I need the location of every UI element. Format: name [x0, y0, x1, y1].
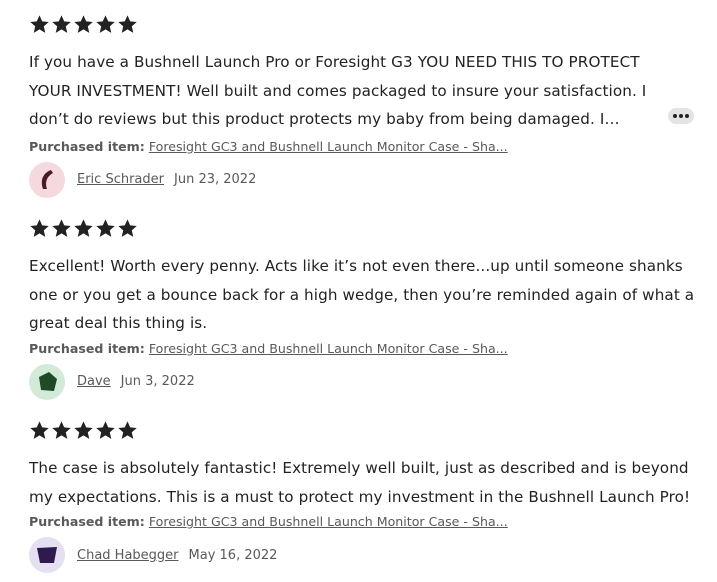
star-rating — [29, 13, 709, 35]
purchased-item-row: Purchased item: Foresight GC3 and Bushne… — [29, 512, 709, 532]
review-card: The case is absolutely fantastic! Extrem… — [29, 419, 709, 573]
star-icon — [73, 14, 94, 35]
review-text: If you have a Bushnell Launch Pro or For… — [29, 53, 647, 128]
review-text: The case is absolutely fantastic! Extrem… — [29, 459, 691, 506]
green-pentagon-avatar-icon — [39, 371, 57, 391]
expand-review-button[interactable] — [668, 108, 694, 124]
pink-crescent-avatar-icon — [41, 169, 53, 189]
star-icon — [29, 420, 50, 441]
reviewer-name-link[interactable]: Eric Schrader — [77, 172, 164, 187]
purchased-item-label: Purchased item: — [29, 340, 145, 356]
ellipsis-icon — [685, 114, 689, 118]
purchased-item-row: Purchased item: Foresight GC3 and Bushne… — [29, 339, 709, 359]
star-icon — [29, 14, 50, 35]
purchased-item-row: Purchased item: Foresight GC3 and Bushne… — [29, 137, 709, 157]
review-date: Jun 3, 2022 — [120, 374, 195, 389]
star-icon — [51, 218, 72, 239]
purchased-item-link[interactable]: Foresight GC3 and Bushnell Launch Monito… — [149, 341, 508, 356]
star-icon — [51, 420, 72, 441]
ellipsis-icon — [673, 114, 677, 118]
review-card: If you have a Bushnell Launch Pro or For… — [29, 13, 709, 198]
purchased-item-link[interactable]: Foresight GC3 and Bushnell Launch Monito… — [149, 514, 508, 529]
review-text: Excellent! Worth every penny. Acts like … — [29, 257, 695, 332]
reviewer-row: Chad Habegger May 16, 2022 — [29, 537, 709, 573]
star-icon — [117, 420, 138, 441]
star-rating — [29, 217, 709, 239]
star-icon — [51, 14, 72, 35]
star-icon — [95, 14, 116, 35]
star-icon — [95, 218, 116, 239]
review-date: Jun 23, 2022 — [174, 172, 257, 187]
purple-cup-avatar-icon — [37, 547, 57, 563]
avatar[interactable] — [29, 537, 65, 573]
reviewer-name-link[interactable]: Chad Habegger — [77, 548, 179, 563]
review-date: May 16, 2022 — [188, 547, 278, 563]
reviewer-row: Dave Jun 3, 2022 — [29, 363, 709, 400]
star-icon — [73, 218, 94, 239]
avatar[interactable] — [29, 161, 65, 198]
purchased-item-label: Purchased item: — [29, 138, 145, 154]
star-icon — [117, 14, 138, 35]
purchased-item-label: Purchased item: — [29, 514, 145, 529]
reviewer-row: Eric Schrader Jun 23, 2022 — [29, 161, 709, 198]
star-icon — [117, 218, 138, 239]
reviewer-name-link[interactable]: Dave — [77, 374, 111, 389]
avatar[interactable] — [29, 363, 65, 400]
ellipsis-icon — [679, 114, 683, 118]
star-icon — [95, 420, 116, 441]
star-icon — [29, 218, 50, 239]
purchased-item-link[interactable]: Foresight GC3 and Bushnell Launch Monito… — [149, 139, 508, 154]
star-icon — [73, 420, 94, 441]
review-card: Excellent! Worth every penny. Acts like … — [29, 217, 709, 400]
star-rating — [29, 419, 709, 441]
